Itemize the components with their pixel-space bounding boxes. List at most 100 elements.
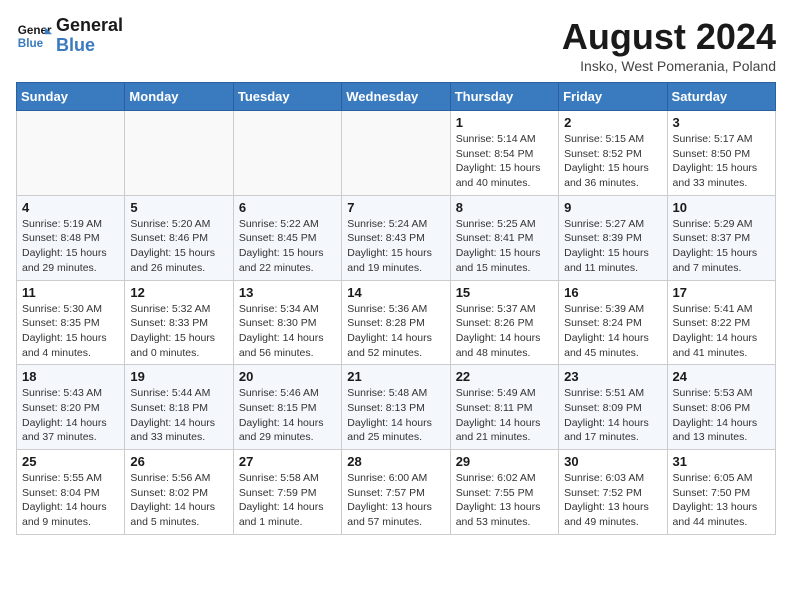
day-number: 28: [347, 454, 444, 469]
day-info: Sunrise: 5:58 AM Sunset: 7:59 PM Dayligh…: [239, 471, 336, 530]
calendar-week-5: 25 Sunrise: 5:55 AM Sunset: 8:04 PM Dayli…: [17, 450, 776, 535]
calendar-cell: 1 Sunrise: 5:14 AM Sunset: 8:54 PM Daylig…: [450, 111, 558, 196]
day-info: Sunrise: 5:49 AM Sunset: 8:11 PM Dayligh…: [456, 386, 553, 445]
day-number: 19: [130, 369, 227, 384]
day-number: 14: [347, 285, 444, 300]
calendar-cell: 7 Sunrise: 5:24 AM Sunset: 8:43 PM Daylig…: [342, 195, 450, 280]
day-info: Sunrise: 5:25 AM Sunset: 8:41 PM Dayligh…: [456, 217, 553, 276]
day-info: Sunrise: 5:20 AM Sunset: 8:46 PM Dayligh…: [130, 217, 227, 276]
day-number: 25: [22, 454, 119, 469]
day-info: Sunrise: 5:17 AM Sunset: 8:50 PM Dayligh…: [673, 132, 770, 191]
day-info: Sunrise: 5:14 AM Sunset: 8:54 PM Dayligh…: [456, 132, 553, 191]
day-number: 16: [564, 285, 661, 300]
day-number: 15: [456, 285, 553, 300]
day-number: 17: [673, 285, 770, 300]
calendar-cell: [125, 111, 233, 196]
calendar-cell: 5 Sunrise: 5:20 AM Sunset: 8:46 PM Daylig…: [125, 195, 233, 280]
calendar-cell: 12 Sunrise: 5:32 AM Sunset: 8:33 PM Dayli…: [125, 280, 233, 365]
calendar-header-row: SundayMondayTuesdayWednesdayThursdayFrid…: [17, 83, 776, 111]
calendar-cell: 21 Sunrise: 5:48 AM Sunset: 8:13 PM Dayli…: [342, 365, 450, 450]
calendar-week-4: 18 Sunrise: 5:43 AM Sunset: 8:20 PM Dayli…: [17, 365, 776, 450]
day-number: 1: [456, 115, 553, 130]
day-info: Sunrise: 5:32 AM Sunset: 8:33 PM Dayligh…: [130, 302, 227, 361]
day-number: 26: [130, 454, 227, 469]
calendar-cell: 2Sunrise: 5:15 AM Sunset: 8:52 PM Daylig…: [559, 111, 667, 196]
day-number: 6: [239, 200, 336, 215]
calendar-cell: 26Sunrise: 5:56 AM Sunset: 8:02 PM Dayli…: [125, 450, 233, 535]
day-number: 3: [673, 115, 770, 130]
weekday-header-friday: Friday: [559, 83, 667, 111]
calendar-week-3: 11 Sunrise: 5:30 AM Sunset: 8:35 PM Dayli…: [17, 280, 776, 365]
calendar-cell: 10 Sunrise: 5:29 AM Sunset: 8:37 PM Dayli…: [667, 195, 775, 280]
day-number: 8: [456, 200, 553, 215]
weekday-header-sunday: Sunday: [17, 83, 125, 111]
logo-icon: General Blue: [16, 18, 52, 54]
day-number: 18: [22, 369, 119, 384]
calendar-cell: 23 Sunrise: 5:51 AM Sunset: 8:09 PM Dayli…: [559, 365, 667, 450]
day-info: Sunrise: 5:51 AM Sunset: 8:09 PM Dayligh…: [564, 386, 661, 445]
calendar-cell: 11 Sunrise: 5:30 AM Sunset: 8:35 PM Dayli…: [17, 280, 125, 365]
day-info: Sunrise: 5:48 AM Sunset: 8:13 PM Dayligh…: [347, 386, 444, 445]
day-info: Sunrise: 5:29 AM Sunset: 8:37 PM Dayligh…: [673, 217, 770, 276]
day-number: 23: [564, 369, 661, 384]
day-number: 7: [347, 200, 444, 215]
calendar-cell: 28Sunrise: 6:00 AM Sunset: 7:57 PM Dayli…: [342, 450, 450, 535]
calendar-cell: 13 Sunrise: 5:34 AM Sunset: 8:30 PM Dayli…: [233, 280, 341, 365]
day-info: Sunrise: 5:22 AM Sunset: 8:45 PM Dayligh…: [239, 217, 336, 276]
calendar-cell: [17, 111, 125, 196]
day-info: Sunrise: 6:02 AM Sunset: 7:55 PM Dayligh…: [456, 471, 553, 530]
location: Insko, West Pomerania, Poland: [562, 58, 776, 74]
day-info: Sunrise: 5:44 AM Sunset: 8:18 PM Dayligh…: [130, 386, 227, 445]
day-number: 31: [673, 454, 770, 469]
weekday-header-saturday: Saturday: [667, 83, 775, 111]
svg-text:Blue: Blue: [18, 37, 44, 50]
calendar-cell: 3 Sunrise: 5:17 AM Sunset: 8:50 PM Daylig…: [667, 111, 775, 196]
day-info: Sunrise: 5:55 AM Sunset: 8:04 PM Dayligh…: [22, 471, 119, 530]
calendar-table: SundayMondayTuesdayWednesdayThursdayFrid…: [16, 82, 776, 535]
day-number: 30: [564, 454, 661, 469]
day-number: 5: [130, 200, 227, 215]
day-number: 10: [673, 200, 770, 215]
calendar-cell: 9 Sunrise: 5:27 AM Sunset: 8:39 PM Daylig…: [559, 195, 667, 280]
day-info: Sunrise: 5:34 AM Sunset: 8:30 PM Dayligh…: [239, 302, 336, 361]
calendar-cell: 31 Sunrise: 6:05 AM Sunset: 7:50 PM Dayli…: [667, 450, 775, 535]
day-number: 24: [673, 369, 770, 384]
day-info: Sunrise: 5:30 AM Sunset: 8:35 PM Dayligh…: [22, 302, 119, 361]
day-number: 21: [347, 369, 444, 384]
day-info: Sunrise: 5:37 AM Sunset: 8:26 PM Dayligh…: [456, 302, 553, 361]
day-number: 22: [456, 369, 553, 384]
calendar-cell: 17Sunrise: 5:41 AM Sunset: 8:22 PM Dayli…: [667, 280, 775, 365]
day-info: Sunrise: 5:53 AM Sunset: 8:06 PM Dayligh…: [673, 386, 770, 445]
calendar-cell: 24 Sunrise: 5:53 AM Sunset: 8:06 PM Dayli…: [667, 365, 775, 450]
weekday-header-monday: Monday: [125, 83, 233, 111]
calendar-cell: 14Sunrise: 5:36 AM Sunset: 8:28 PM Dayli…: [342, 280, 450, 365]
calendar-cell: 30 Sunrise: 6:03 AM Sunset: 7:52 PM Dayli…: [559, 450, 667, 535]
day-info: Sunrise: 5:24 AM Sunset: 8:43 PM Dayligh…: [347, 217, 444, 276]
logo: General Blue General Blue: [16, 16, 123, 56]
calendar-cell: 27Sunrise: 5:58 AM Sunset: 7:59 PM Dayli…: [233, 450, 341, 535]
day-info: Sunrise: 5:27 AM Sunset: 8:39 PM Dayligh…: [564, 217, 661, 276]
weekday-header-tuesday: Tuesday: [233, 83, 341, 111]
page-header: General Blue General Blue August 2024 In…: [16, 16, 776, 74]
calendar-cell: 6 Sunrise: 5:22 AM Sunset: 8:45 PM Daylig…: [233, 195, 341, 280]
day-number: 20: [239, 369, 336, 384]
day-number: 11: [22, 285, 119, 300]
calendar-cell: [342, 111, 450, 196]
day-info: Sunrise: 6:03 AM Sunset: 7:52 PM Dayligh…: [564, 471, 661, 530]
weekday-header-wednesday: Wednesday: [342, 83, 450, 111]
calendar-cell: 15 Sunrise: 5:37 AM Sunset: 8:26 PM Dayli…: [450, 280, 558, 365]
calendar-cell: 4Sunrise: 5:19 AM Sunset: 8:48 PM Daylig…: [17, 195, 125, 280]
day-info: Sunrise: 5:15 AM Sunset: 8:52 PM Dayligh…: [564, 132, 661, 191]
calendar-cell: 8 Sunrise: 5:25 AM Sunset: 8:41 PM Daylig…: [450, 195, 558, 280]
weekday-header-thursday: Thursday: [450, 83, 558, 111]
day-number: 29: [456, 454, 553, 469]
calendar-cell: 18 Sunrise: 5:43 AM Sunset: 8:20 PM Dayli…: [17, 365, 125, 450]
day-info: Sunrise: 5:43 AM Sunset: 8:20 PM Dayligh…: [22, 386, 119, 445]
day-info: Sunrise: 5:39 AM Sunset: 8:24 PM Dayligh…: [564, 302, 661, 361]
day-number: 12: [130, 285, 227, 300]
day-number: 13: [239, 285, 336, 300]
day-number: 4: [22, 200, 119, 215]
day-info: Sunrise: 6:05 AM Sunset: 7:50 PM Dayligh…: [673, 471, 770, 530]
calendar-cell: 20Sunrise: 5:46 AM Sunset: 8:15 PM Dayli…: [233, 365, 341, 450]
day-number: 9: [564, 200, 661, 215]
